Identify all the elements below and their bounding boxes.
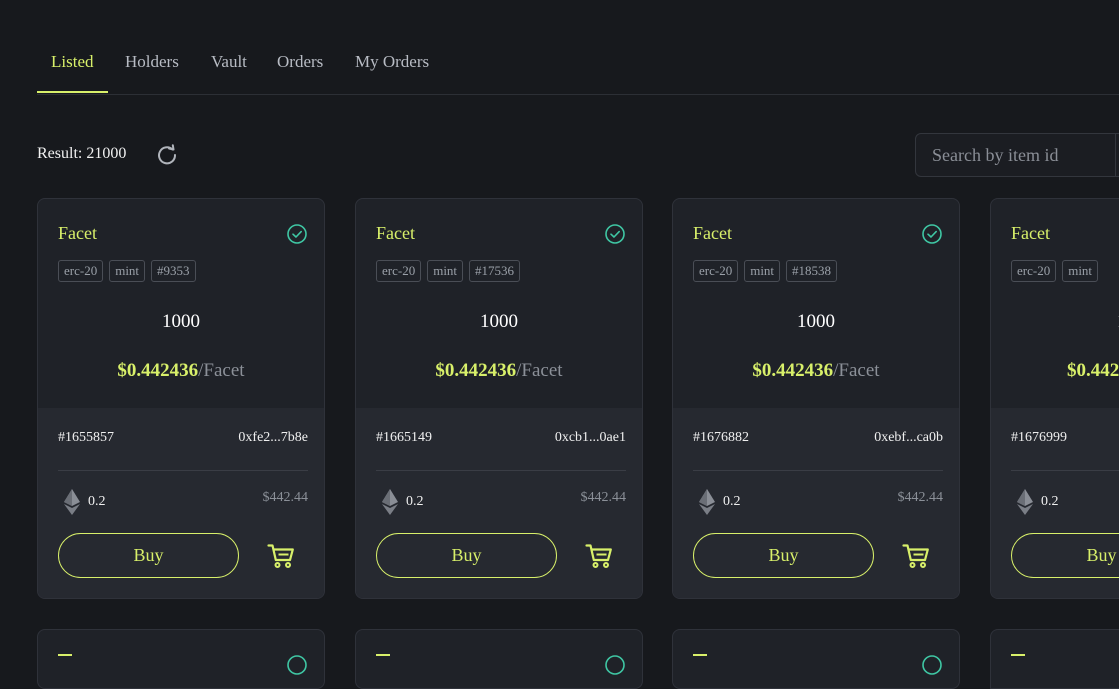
tab-vault[interactable]: Vault [211, 52, 247, 91]
listing-card [355, 629, 643, 689]
ethereum-icon [1017, 489, 1033, 515]
buy-button[interactable]: Buy [693, 533, 874, 578]
eth-price: 0.2 [406, 494, 424, 509]
token-name [376, 654, 390, 666]
eth-price: 0.2 [723, 494, 741, 509]
token-name [693, 654, 707, 666]
listing-card [37, 629, 325, 689]
unit-price: $0.442436/Facet [38, 360, 324, 382]
price-value: $0.442436 [752, 360, 834, 381]
token-name: Facet [1011, 223, 1050, 243]
unit-price: $0.442436/Facet [673, 360, 959, 382]
tab-bar: Listed Holders Vault Orders My Orders [37, 44, 1119, 95]
listing-id: #1676999 [1011, 430, 1067, 445]
search-box [915, 133, 1119, 177]
buy-button[interactable]: Buy [376, 533, 557, 578]
listing-id: #1655857 [58, 430, 114, 445]
listing-card: Facet erc-20 mint #18538 1000 $0.442436/… [672, 198, 960, 599]
price-unit: /Facet [833, 360, 880, 381]
token-name: Facet [376, 223, 415, 243]
tag-standard: erc-20 [58, 260, 104, 282]
token-name [58, 654, 72, 666]
divider [58, 470, 308, 471]
ethereum-icon [382, 489, 398, 515]
token-name: Facet [693, 223, 732, 243]
ethereum-icon [699, 489, 715, 515]
seller-address[interactable]: 0xcb1...0ae1 [555, 430, 626, 446]
tag-standard: erc-20 [376, 260, 422, 282]
listing-card: Facet erc-20 mint 1 $0.442 #1676999 0.2 … [990, 198, 1119, 599]
tab-orders[interactable]: Orders [277, 52, 323, 91]
price-value: $0.442 [1067, 360, 1119, 381]
seller-address[interactable]: 0xfe2...7b8e [238, 430, 308, 446]
eth-price: 0.2 [88, 494, 106, 509]
tag-item-number: #9353 [151, 260, 196, 282]
token-name [1011, 654, 1025, 666]
usd-price: $442.44 [580, 490, 627, 505]
listing-card [672, 629, 960, 689]
cart-icon[interactable] [585, 543, 613, 569]
usd-price: $442.44 [262, 490, 309, 505]
tag-operation: mint [109, 260, 146, 282]
result-count: Result: 21000 [37, 145, 127, 162]
tag-list: erc-20 mint #18538 [693, 260, 838, 282]
divider [693, 470, 943, 471]
check-circle-icon [287, 655, 307, 675]
seller-address[interactable]: 0xebf...ca0b [874, 430, 943, 446]
tab-my-orders[interactable]: My Orders [355, 52, 429, 91]
tab-listed[interactable]: Listed [37, 52, 108, 93]
token-amount: 1000 [162, 311, 200, 332]
ethereum-icon [64, 489, 80, 515]
listing-card [990, 629, 1119, 689]
token-amount: 1000 [480, 311, 518, 332]
tab-holders[interactable]: Holders [125, 52, 179, 91]
cart-icon[interactable] [902, 543, 930, 569]
cart-icon[interactable] [267, 543, 295, 569]
check-circle-icon [605, 655, 625, 675]
price-value: $0.442436 [117, 360, 199, 381]
price-unit: /Facet [198, 360, 245, 381]
tag-item-number: #17536 [469, 260, 521, 282]
price-unit: /Facet [516, 360, 563, 381]
tag-item-number: #18538 [786, 260, 838, 282]
token-amount: 1000 [797, 311, 835, 332]
token-name: Facet [58, 223, 97, 243]
divider [376, 470, 626, 471]
tag-operation: mint [1062, 260, 1099, 282]
tag-standard: erc-20 [1011, 260, 1057, 282]
buy-button[interactable]: Buy [1011, 533, 1119, 578]
tag-standard: erc-20 [693, 260, 739, 282]
tag-operation: mint [427, 260, 464, 282]
search-input[interactable] [930, 144, 1114, 167]
check-circle-icon [605, 224, 625, 244]
listing-card: Facet erc-20 mint #9353 1000 $0.442436/F… [37, 198, 325, 599]
listing-card: Facet erc-20 mint #17536 1000 $0.442436/… [355, 198, 643, 599]
divider [1011, 470, 1119, 471]
tag-list: erc-20 mint #17536 [376, 260, 521, 282]
usd-price: $442.44 [897, 490, 944, 505]
eth-price: 0.2 [1041, 494, 1059, 509]
unit-price: $0.442436/Facet [356, 360, 642, 382]
price-value: $0.442436 [435, 360, 517, 381]
check-circle-icon [922, 655, 942, 675]
listing-id: #1665149 [376, 430, 432, 445]
buy-button[interactable]: Buy [58, 533, 239, 578]
tag-list: erc-20 mint [1011, 260, 1099, 282]
tag-list: erc-20 mint #9353 [58, 260, 196, 282]
check-circle-icon [287, 224, 307, 244]
refresh-icon[interactable] [155, 143, 179, 167]
search-divider [1115, 134, 1116, 176]
unit-price: $0.442 [1067, 360, 1119, 382]
check-circle-icon [922, 224, 942, 244]
tag-operation: mint [744, 260, 781, 282]
listing-id: #1676882 [693, 430, 749, 445]
